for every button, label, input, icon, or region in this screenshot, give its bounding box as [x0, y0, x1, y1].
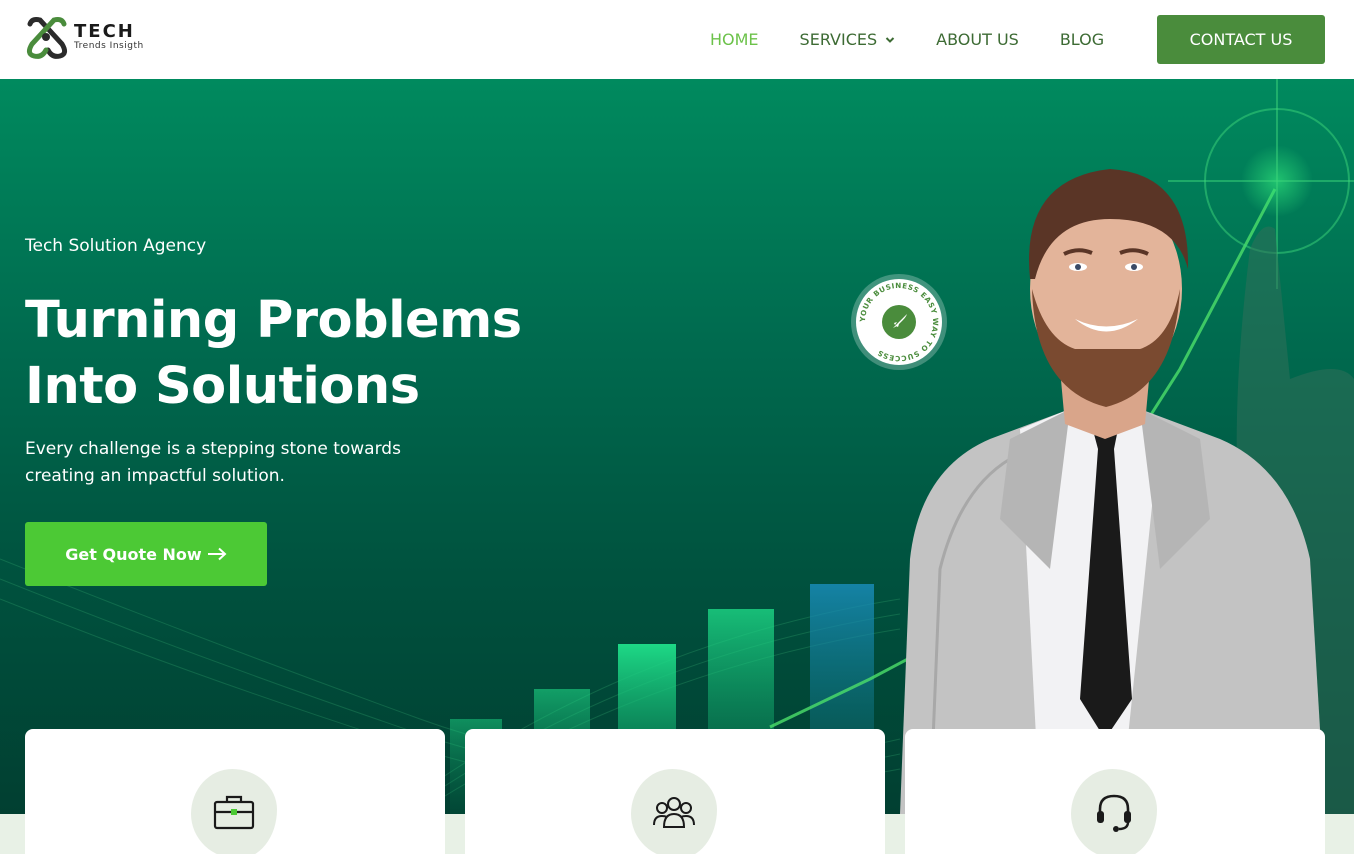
nav-about-us[interactable]: ABOUT US	[936, 30, 1019, 49]
hero-description: Every challenge is a stepping stone towa…	[25, 439, 401, 486]
nav-home[interactable]: HOME	[710, 30, 759, 49]
card-icon-blob	[191, 769, 277, 854]
get-quote-button[interactable]: Get Quote Now	[25, 522, 267, 586]
hero-title-line2: Into Solutions	[25, 357, 420, 416]
hero-title-line1: Turning Problems	[25, 291, 522, 350]
briefcase-icon	[213, 795, 255, 830]
feature-card-2[interactable]	[465, 729, 885, 854]
hero-title: Turning Problems Into Solutions	[25, 288, 585, 420]
businessman-image	[900, 169, 1325, 814]
team-icon	[653, 797, 695, 828]
get-quote-label: Get Quote Now	[65, 544, 202, 564]
feature-card-3[interactable]	[905, 729, 1325, 854]
card-icon-blob	[1071, 769, 1157, 854]
chevron-down-icon	[885, 36, 895, 43]
contact-us-button[interactable]: CONTACT US	[1157, 15, 1325, 64]
main-nav: HOME SERVICES ABOUT US BLOG	[710, 0, 1145, 79]
arrow-right-icon	[207, 547, 227, 561]
hero-tagline: Tech Solution Agency	[25, 236, 207, 256]
hero-content: Tech Solution Agency Turning Problems In…	[25, 236, 585, 490]
site-logo[interactable]: TECH Trends Insigth	[24, 14, 144, 60]
headset-icon	[1097, 794, 1131, 832]
logo-icon	[26, 17, 68, 59]
feature-card-1[interactable]	[25, 729, 445, 854]
nav-services-label: SERVICES	[799, 30, 878, 49]
card-icon-blob	[631, 769, 717, 854]
logo-title: TECH	[74, 20, 135, 42]
nav-blog[interactable]: BLOG	[1060, 30, 1104, 49]
nav-services[interactable]: SERVICES	[800, 30, 896, 49]
site-header: TECH Trends Insigth HOME SERVICES ABOUT …	[0, 0, 1354, 79]
logo-subtitle: Trends Insigth	[74, 40, 144, 51]
hero-section: Tech Solution Agency Turning Problems In…	[0, 79, 1354, 814]
